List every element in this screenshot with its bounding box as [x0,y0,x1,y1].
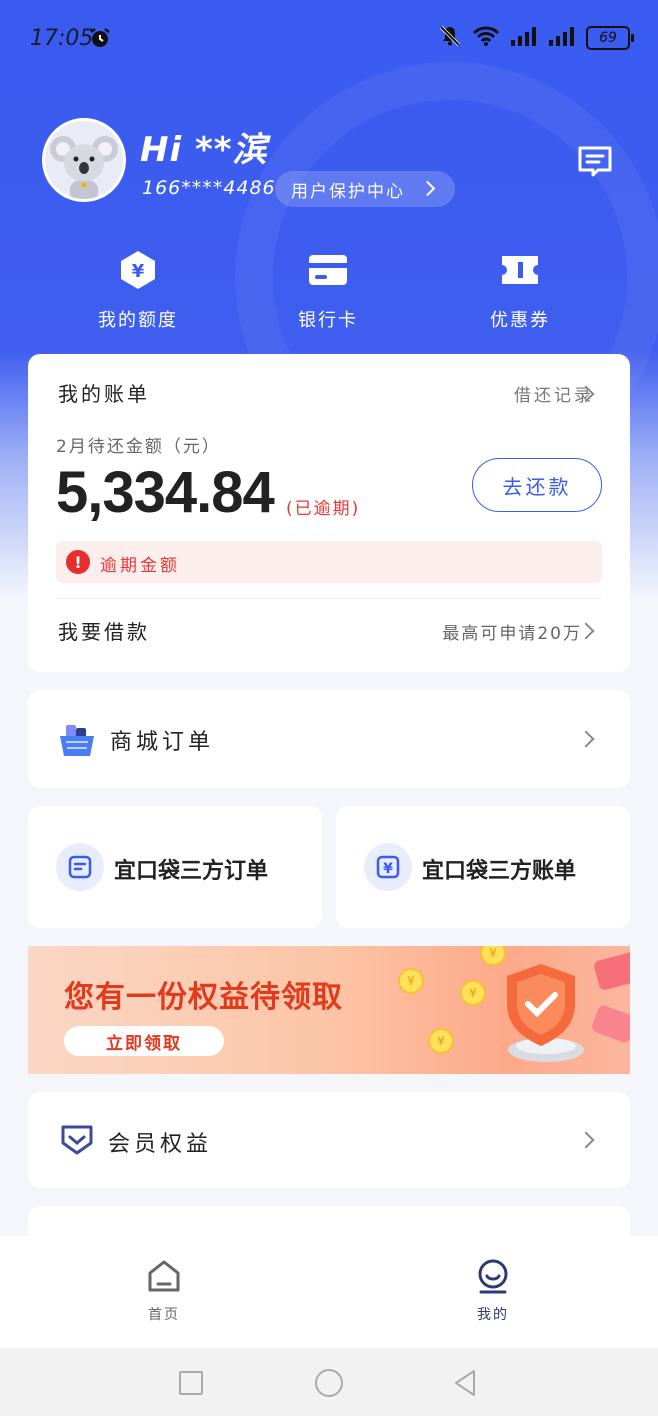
coin-icon: ¥ [398,968,424,994]
third-party-orders-tile[interactable]: 宜口袋三方订单 [28,806,322,928]
mall-orders-row[interactable]: 商城订单 [28,690,630,788]
borrow-label[interactable]: 我要借款 [58,616,150,645]
quick-action-bank-card[interactable]: 银行卡 [268,248,388,332]
membership-badge-icon [60,1124,94,1160]
status-bar: 17:05 69 [0,0,658,80]
signal-icon [510,26,538,50]
alert-icon: ! [66,550,90,574]
avatar[interactable] [42,118,126,202]
alarm-icon [88,26,112,54]
home-nav-icon[interactable] [315,1369,343,1397]
signal-icon-2 [548,26,576,50]
bank-card-icon [306,248,350,292]
chevron-right-icon [419,180,436,197]
tab-mine-label: 我的 [477,1307,509,1323]
credit-limit-label: 我的额度 [98,310,178,331]
membership-row[interactable]: 会员权益 [28,1092,630,1188]
third-party-bills-label: 宜口袋三方账单 [422,859,577,884]
claim-now-button[interactable]: 立即领取 [64,1026,224,1056]
order-doc-icon [56,843,104,891]
user-protection-center-button[interactable]: 用户保护中心 [275,171,455,207]
svg-text:¥: ¥ [132,261,145,282]
quick-action-coupon[interactable]: 优惠券 [460,248,580,332]
koala-avatar-icon [50,136,118,199]
shield-check-icon [496,960,586,1070]
chevron-right-icon [577,1131,595,1149]
status-icons: 69 [438,24,634,52]
home-icon [148,1260,180,1292]
bank-card-label: 银行卡 [298,310,358,331]
svg-text:¥: ¥ [383,861,393,877]
due-amount: 5,334.84 [56,460,275,525]
yuan-shield-icon: ¥ [116,248,160,292]
shopping-basket-icon [58,722,96,762]
coupon-icon [498,248,542,292]
borrow-hint: 最高可申请20万 [442,624,582,644]
repay-button[interactable]: 去还款 [472,458,602,512]
tab-mine[interactable]: 我的 [453,1258,533,1324]
mall-orders-label: 商城订单 [110,730,215,755]
coin-icon: ¥ [428,1028,454,1054]
status-time: 17:05 [30,26,94,51]
third-party-orders-label: 宜口袋三方订单 [114,859,269,884]
bill-title: 我的账单 [58,382,150,406]
back-icon[interactable] [452,1368,478,1402]
protection-center-label: 用户保护中心 [291,181,405,202]
chevron-right-icon [577,730,595,748]
banner-title: 您有一份权益待领取 [64,980,343,1015]
message-icon [578,146,612,177]
bottom-tab-bar: 首页 我的 [0,1236,658,1348]
tab-home[interactable]: 首页 [124,1258,204,1324]
red-envelope-icon [592,950,630,992]
greeting: Hi **滨 [140,130,268,170]
third-party-bills-tile[interactable]: ¥ 宜口袋三方账单 [336,806,630,928]
recent-apps-icon[interactable] [179,1371,203,1395]
benefits-banner[interactable]: ¥ ¥ ¥ ¥ 您有一份权益待领取 立即领取 [28,946,630,1074]
mute-icon [438,24,462,52]
overdue-alert-label: 逾期金额 [100,556,180,576]
message-button[interactable] [576,144,614,180]
red-envelope-icon [590,1004,630,1044]
bill-yuan-icon: ¥ [364,843,412,891]
quick-action-credit-limit[interactable]: ¥ 我的额度 [78,248,198,332]
overdue-status: (已逾期) [286,499,361,519]
tab-home-label: 首页 [148,1307,180,1323]
coin-icon: ¥ [460,980,486,1006]
overdue-alert[interactable]: ! 逾期金额 [56,541,602,583]
phone-number: 166****4486 [142,177,276,199]
battery-indicator: 69 [586,26,634,50]
membership-label: 会员权益 [108,1132,213,1157]
bill-card: 我的账单 借还记录 2月待还金额（元） 5,334.84 (已逾期) 去还款 !… [28,354,630,672]
due-amount-label: 2月待还金额（元） [56,437,221,457]
wifi-icon [472,25,500,51]
coupon-label: 优惠券 [490,310,550,331]
divider [56,598,602,599]
profile-face-icon [478,1259,508,1294]
system-navigation-bar [0,1348,658,1416]
